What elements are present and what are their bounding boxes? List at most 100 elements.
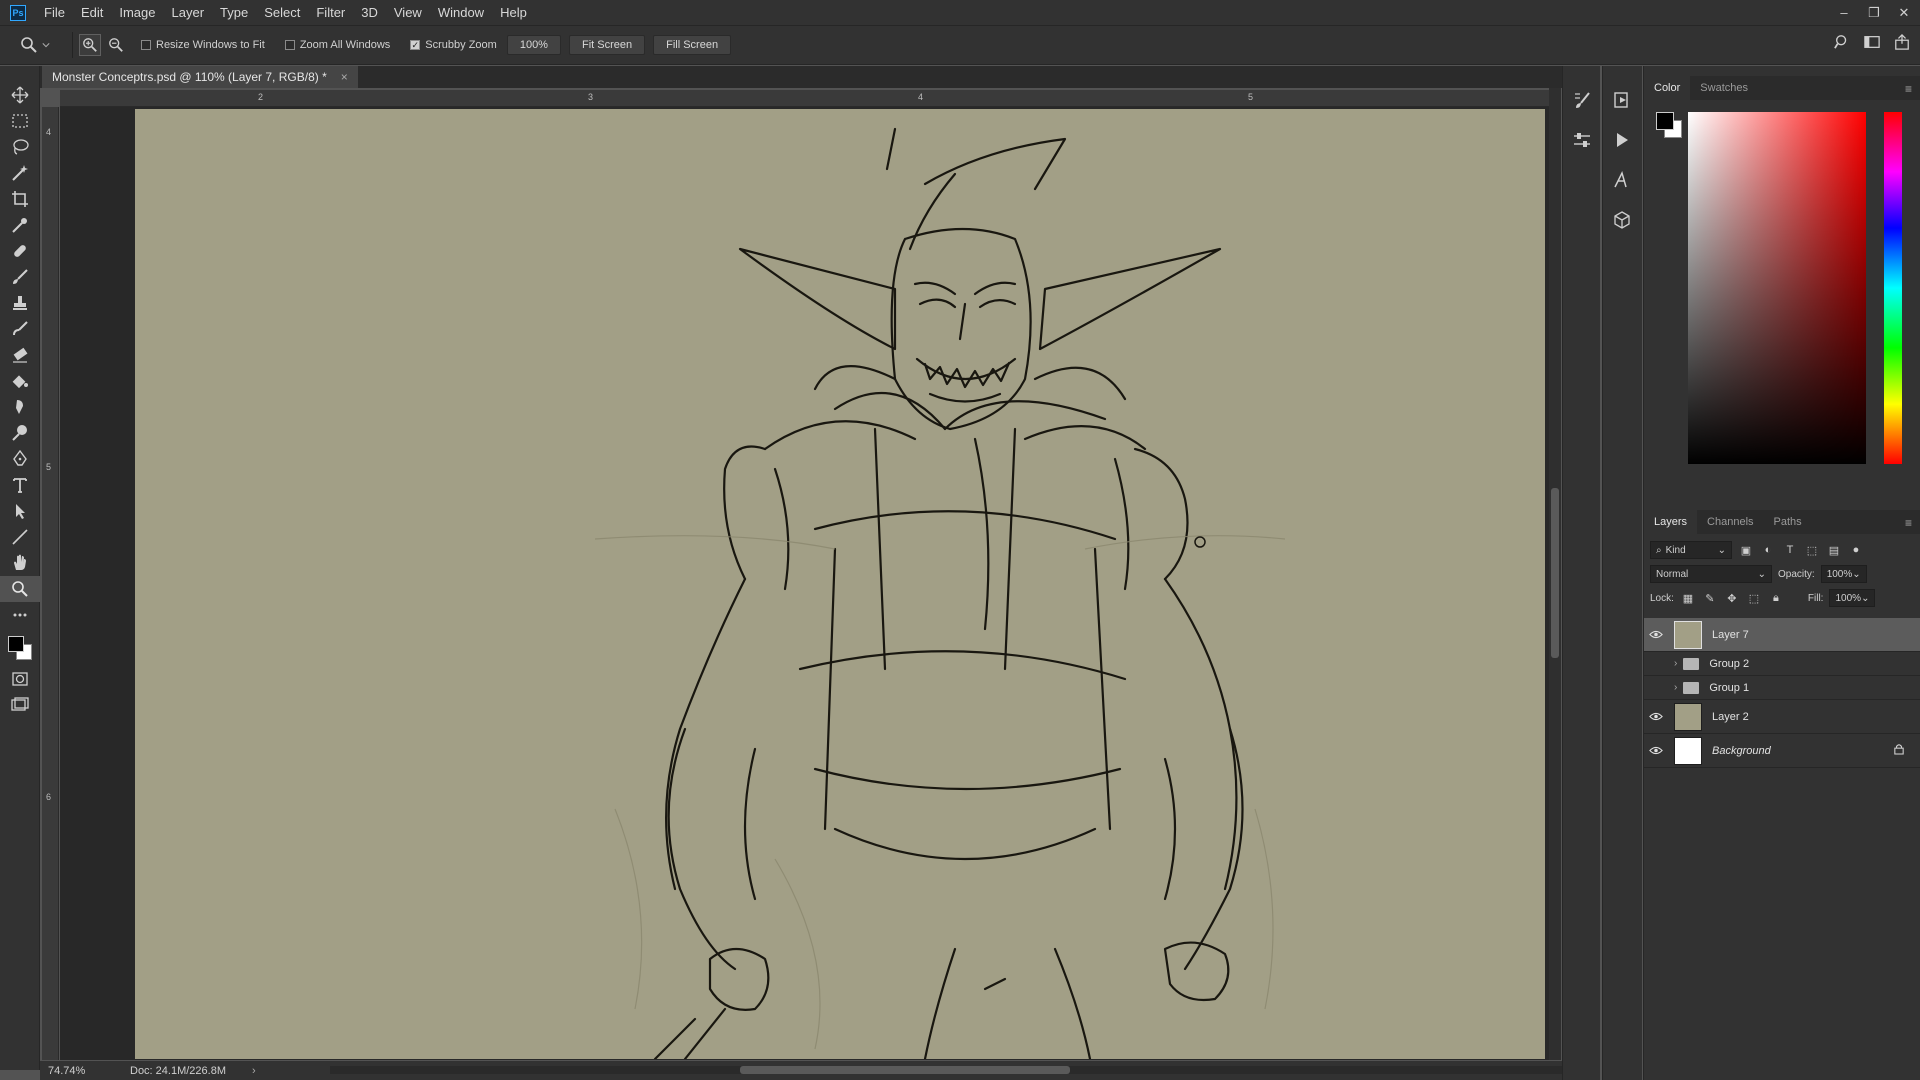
panel-menu-icon[interactable]: ≡ bbox=[1905, 82, 1912, 96]
blend-mode-select[interactable]: Normal ⌄ bbox=[1650, 565, 1772, 583]
shape-filter-icon[interactable]: ⬚ bbox=[1804, 542, 1820, 558]
menu-filter[interactable]: Filter bbox=[308, 0, 353, 25]
zoom-out-button[interactable] bbox=[105, 34, 127, 56]
zoom-all-windows-checkbox[interactable]: Zoom All Windows bbox=[284, 39, 390, 51]
color-picker-field[interactable] bbox=[1688, 112, 1866, 464]
workspace-icon[interactable] bbox=[1864, 34, 1880, 50]
restore-button[interactable]: ❐ bbox=[1866, 5, 1882, 21]
screen-mode-button[interactable] bbox=[0, 692, 40, 718]
tool-preset-picker[interactable] bbox=[20, 36, 66, 54]
actions-panel-button[interactable] bbox=[1603, 120, 1641, 160]
menu-select[interactable]: Select bbox=[256, 0, 308, 25]
crop-tool[interactable] bbox=[0, 186, 40, 212]
fill-input[interactable]: 100% ⌄ bbox=[1829, 589, 1876, 607]
zoom-level[interactable]: 74.74% bbox=[48, 1065, 118, 1077]
filter-toggle-icon[interactable]: ● bbox=[1848, 542, 1864, 558]
layer-row-group-2[interactable]: › Group 2 bbox=[1644, 652, 1920, 676]
color-swatches[interactable] bbox=[0, 628, 39, 666]
close-button[interactable]: ✕ bbox=[1896, 5, 1912, 21]
fit-screen-button[interactable]: Fit Screen bbox=[568, 35, 646, 55]
foreground-color-swatch[interactable] bbox=[8, 636, 24, 652]
ruler-vertical[interactable]: 4 5 6 bbox=[42, 107, 59, 1060]
eye-icon[interactable] bbox=[1644, 746, 1668, 755]
layer-row-background[interactable]: Background bbox=[1644, 734, 1920, 768]
magic-wand-tool[interactable] bbox=[0, 160, 40, 186]
scroll-thumb[interactable] bbox=[740, 1066, 1070, 1074]
tab-paths[interactable]: Paths bbox=[1764, 510, 1812, 534]
scroll-thumb[interactable] bbox=[1551, 488, 1559, 658]
menu-layer[interactable]: Layer bbox=[164, 0, 213, 25]
tab-color[interactable]: Color bbox=[1644, 76, 1691, 100]
hand-tool[interactable] bbox=[0, 550, 40, 576]
menu-view[interactable]: View bbox=[386, 0, 430, 25]
history-brush-tool[interactable] bbox=[0, 316, 40, 342]
character-panel-button[interactable] bbox=[1603, 160, 1641, 200]
document-canvas[interactable] bbox=[135, 109, 1545, 1059]
search-icon[interactable] bbox=[1834, 34, 1850, 50]
vertical-scrollbar[interactable] bbox=[1549, 88, 1561, 1060]
type-tool[interactable] bbox=[0, 472, 40, 498]
smart-object-filter-icon[interactable]: ▤ bbox=[1826, 542, 1842, 558]
minimize-button[interactable]: – bbox=[1836, 5, 1852, 20]
history-panel-button[interactable] bbox=[1603, 80, 1641, 120]
dodge-tool[interactable] bbox=[0, 420, 40, 446]
document-tab[interactable]: Monster Conceptrs.psd @ 110% (Layer 7, R… bbox=[42, 66, 358, 88]
eye-icon[interactable] bbox=[1644, 630, 1668, 639]
layer-row-layer-7[interactable]: Layer 7 bbox=[1644, 618, 1920, 652]
chevron-right-icon[interactable]: › bbox=[1674, 682, 1677, 693]
lock-artboard-icon[interactable]: ⬚ bbox=[1746, 590, 1762, 606]
type-filter-icon[interactable]: T bbox=[1782, 542, 1798, 558]
zoom-100-button[interactable]: 100% bbox=[506, 35, 561, 55]
chevron-right-icon[interactable]: › bbox=[1674, 658, 1677, 669]
fill-screen-button[interactable]: Fill Screen bbox=[653, 35, 732, 55]
edit-toolbar-button[interactable] bbox=[0, 602, 40, 628]
status-menu-arrow[interactable]: › bbox=[252, 1065, 256, 1077]
zoom-in-button[interactable] bbox=[79, 34, 101, 56]
lock-icon[interactable] bbox=[1894, 743, 1904, 758]
ruler-horizontal[interactable]: 2 3 4 5 bbox=[60, 90, 1550, 107]
3d-panel-button[interactable] bbox=[1603, 200, 1641, 240]
tab-swatches[interactable]: Swatches bbox=[1690, 76, 1758, 100]
lock-transparent-icon[interactable]: ▦ bbox=[1680, 590, 1696, 606]
menu-help[interactable]: Help bbox=[492, 0, 535, 25]
lasso-tool[interactable] bbox=[0, 134, 40, 160]
lock-image-icon[interactable]: ✎ bbox=[1702, 590, 1718, 606]
layer-kind-filter[interactable]: ⌕ Kind ⌄ bbox=[1650, 541, 1732, 559]
menu-edit[interactable]: Edit bbox=[73, 0, 111, 25]
zoom-tool[interactable] bbox=[0, 576, 40, 602]
pen-tool[interactable] bbox=[0, 446, 40, 472]
quick-mask-button[interactable] bbox=[0, 666, 40, 692]
close-tab-icon[interactable]: × bbox=[341, 70, 348, 84]
pixel-filter-icon[interactable]: ▣ bbox=[1738, 542, 1754, 558]
path-selection-tool[interactable] bbox=[0, 498, 40, 524]
adjustment-filter-icon[interactable]: ◐ bbox=[1760, 542, 1776, 558]
line-tool[interactable] bbox=[0, 524, 40, 550]
properties-panel-button[interactable] bbox=[1563, 120, 1601, 160]
move-tool[interactable] bbox=[0, 82, 40, 108]
menu-type[interactable]: Type bbox=[212, 0, 256, 25]
scrubby-zoom-checkbox[interactable]: ✓ Scrubby Zoom bbox=[410, 39, 497, 51]
clone-stamp-tool[interactable] bbox=[0, 290, 40, 316]
eyedropper-tool[interactable] bbox=[0, 212, 40, 238]
paint-bucket-tool[interactable] bbox=[0, 368, 40, 394]
lock-all-icon[interactable]: 🔒︎ bbox=[1768, 590, 1784, 606]
eye-icon[interactable] bbox=[1644, 712, 1668, 721]
opacity-input[interactable]: 100% ⌄ bbox=[1820, 565, 1867, 583]
layer-row-group-1[interactable]: › Group 1 bbox=[1644, 676, 1920, 700]
resize-windows-checkbox[interactable]: Resize Windows to Fit bbox=[141, 39, 265, 51]
hue-slider[interactable] bbox=[1884, 112, 1902, 464]
layer-row-layer-2[interactable]: Layer 2 bbox=[1644, 700, 1920, 734]
brush-tool[interactable] bbox=[0, 264, 40, 290]
panel-menu-icon[interactable]: ≡ bbox=[1905, 516, 1912, 530]
foreground-color-swatch[interactable] bbox=[1656, 112, 1674, 130]
eraser-tool[interactable] bbox=[0, 342, 40, 368]
horizontal-scrollbar[interactable] bbox=[330, 1066, 1570, 1074]
tab-layers[interactable]: Layers bbox=[1644, 510, 1698, 534]
menu-window[interactable]: Window bbox=[430, 0, 492, 25]
menu-file[interactable]: File bbox=[36, 0, 73, 25]
smudge-tool[interactable] bbox=[0, 394, 40, 420]
brush-settings-panel-button[interactable] bbox=[1563, 80, 1601, 120]
menu-3d[interactable]: 3D bbox=[353, 0, 386, 25]
marquee-tool[interactable] bbox=[0, 108, 40, 134]
lock-position-icon[interactable]: ✥ bbox=[1724, 590, 1740, 606]
